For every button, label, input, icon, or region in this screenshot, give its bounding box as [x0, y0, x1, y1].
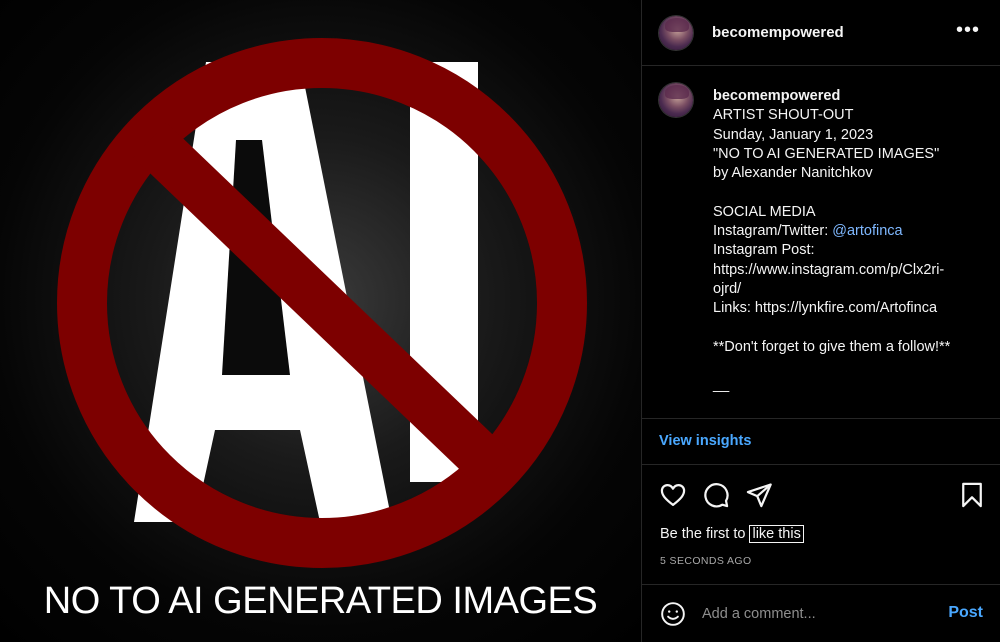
no-ai-graphic: [57, 38, 587, 568]
comment-input[interactable]: [702, 604, 932, 624]
more-options-icon[interactable]: •••: [956, 20, 980, 40]
comment-icon[interactable]: [702, 481, 730, 509]
caption-post-url-2: ojrd/: [713, 280, 742, 297]
caption-line: by Alexander Nanitchkov: [713, 165, 873, 182]
post-image[interactable]: NO TO AI GENERATED IMAGES: [0, 0, 641, 642]
share-icon[interactable]: [745, 481, 773, 509]
likes-prefix: Be the first to: [660, 526, 746, 542]
caption-line: Sunday, January 1, 2023: [713, 126, 874, 143]
caption-section: becomempowered ARTIST SHOUT-OUT Sunday, …: [642, 66, 1000, 419]
heart-icon[interactable]: [659, 481, 687, 509]
actions-section: Be the first to like this 5 SECONDS AGO: [642, 464, 1000, 585]
caption-line: ARTIST SHOUT-OUT: [713, 107, 854, 124]
like-this-link[interactable]: like this: [749, 525, 804, 543]
caption-text: becomempowered ARTIST SHOUT-OUT Sunday, …: [713, 87, 983, 396]
mention-link[interactable]: @artofinca: [832, 223, 902, 239]
post-timestamp: 5 SECONDS AGO: [660, 555, 752, 567]
post-sidebar: becomempowered ••• becomempowered ARTIST…: [641, 0, 1000, 642]
caption-avatar[interactable]: [659, 83, 693, 117]
caption-username[interactable]: becomempowered: [713, 87, 983, 106]
social-prefix: Instagram/Twitter:: [713, 223, 833, 240]
caption-social-line: Instagram/Twitter: @artofinca: [713, 222, 983, 241]
comment-bar: Post: [642, 585, 1000, 642]
bookmark-icon[interactable]: [958, 481, 986, 509]
insights-section: View insights: [642, 418, 1000, 465]
likes-summary: Be the first to like this: [660, 525, 804, 543]
caption-separator: __: [713, 377, 730, 394]
caption-line: SOCIAL MEDIA: [713, 203, 816, 220]
caption-line: "NO TO AI GENERATED IMAGES": [713, 145, 940, 162]
caption-reminder: **Don't forget to give them a follow!**: [713, 338, 951, 355]
image-headline: NO TO AI GENERATED IMAGES: [43, 580, 598, 622]
post-comment-button[interactable]: Post: [948, 604, 983, 622]
author-username[interactable]: becomempowered: [712, 24, 844, 41]
caption-post-label: Instagram Post:: [713, 242, 815, 259]
author-avatar[interactable]: [659, 16, 693, 50]
caption-post-url-1: https://www.instagram.com/p/Clx2ri-: [713, 261, 945, 278]
caption-links-line: Links: https://lynkfire.com/Artofinca: [713, 300, 938, 317]
view-insights-link[interactable]: View insights: [659, 433, 751, 449]
emoji-icon[interactable]: [660, 601, 686, 627]
post-header: becomempowered •••: [642, 0, 1000, 66]
